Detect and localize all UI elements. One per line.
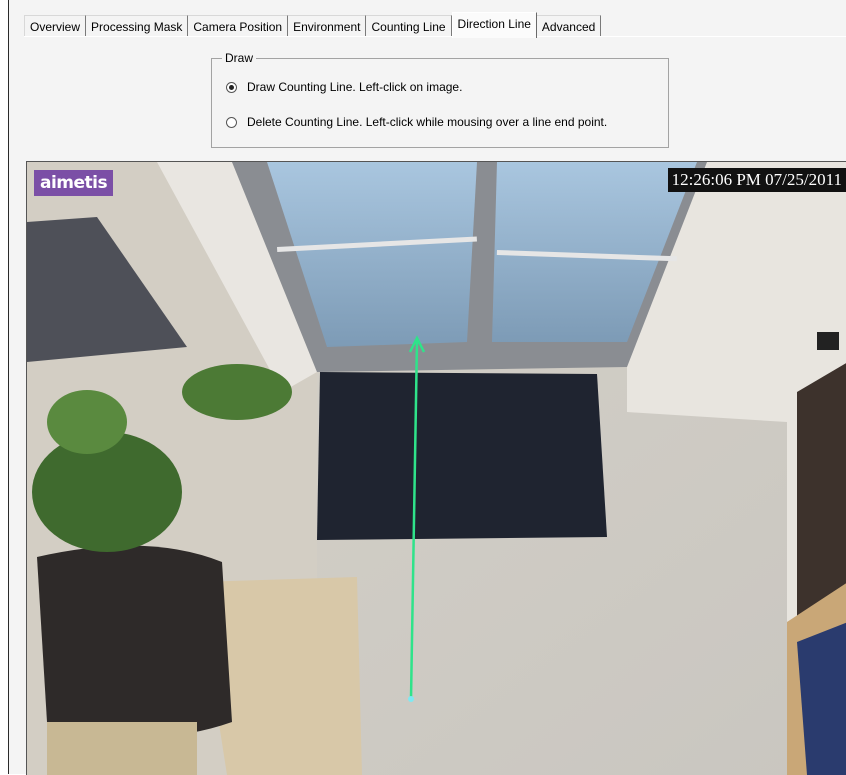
tab-processing-mask[interactable]: Processing Mask — [86, 15, 189, 37]
tab-panel-border — [24, 36, 846, 37]
draw-counting-line-option[interactable]: Draw Counting Line. Left-click on image. — [226, 80, 462, 94]
draw-counting-line-radio[interactable] — [226, 81, 237, 93]
camera-device — [817, 332, 839, 350]
delete-counting-line-radio[interactable] — [226, 116, 237, 128]
camera-scene — [27, 162, 846, 775]
plant-leaves-upper — [182, 364, 292, 420]
draw-counting-line-label: Draw Counting Line. Left-click on image. — [247, 80, 463, 94]
delete-counting-line-option[interactable]: Delete Counting Line. Left-click while m… — [226, 115, 607, 129]
chair — [37, 545, 232, 737]
aimetis-logo: aimetis — [34, 170, 114, 196]
tab-overview[interactable]: Overview — [24, 15, 87, 37]
delete-counting-line-label: Delete Counting Line. Left-click while m… — [247, 115, 608, 129]
draw-group-legend: Draw — [222, 51, 257, 65]
plant-leaves-mid — [47, 390, 127, 454]
camera-image[interactable]: aimetis 12:26:06 PM 07/25/2011 — [26, 161, 846, 775]
tab-label: Direction Line — [457, 17, 531, 31]
tab-advanced[interactable]: Advanced — [536, 15, 602, 37]
tab-label: Processing Mask — [91, 19, 183, 34]
tab-label: Camera Position — [193, 19, 283, 34]
direction-line-end-point — [408, 696, 414, 702]
direction-line-window: Overview Processing Mask Camera Position… — [8, 0, 846, 775]
plant-leaves — [32, 432, 182, 552]
tab-direction-line[interactable]: Direction Line — [451, 12, 537, 38]
tab-bar: Overview Processing Mask Camera Position… — [24, 11, 602, 38]
tab-environment[interactable]: Environment — [288, 15, 367, 37]
video-timestamp: 12:26:06 PM 07/25/2011 — [667, 168, 846, 192]
draw-group: Draw Draw Counting Line. Left-click on i… — [211, 51, 669, 148]
tab-label: Advanced — [541, 19, 596, 34]
tab-label: Overview — [30, 19, 81, 34]
tab-label: Environment — [293, 19, 361, 34]
floor-lower — [47, 722, 197, 775]
tab-counting-line[interactable]: Counting Line — [366, 15, 452, 37]
tab-label: Counting Line — [371, 19, 446, 34]
tab-camera-position[interactable]: Camera Position — [188, 15, 289, 37]
floor-mat — [317, 372, 607, 540]
